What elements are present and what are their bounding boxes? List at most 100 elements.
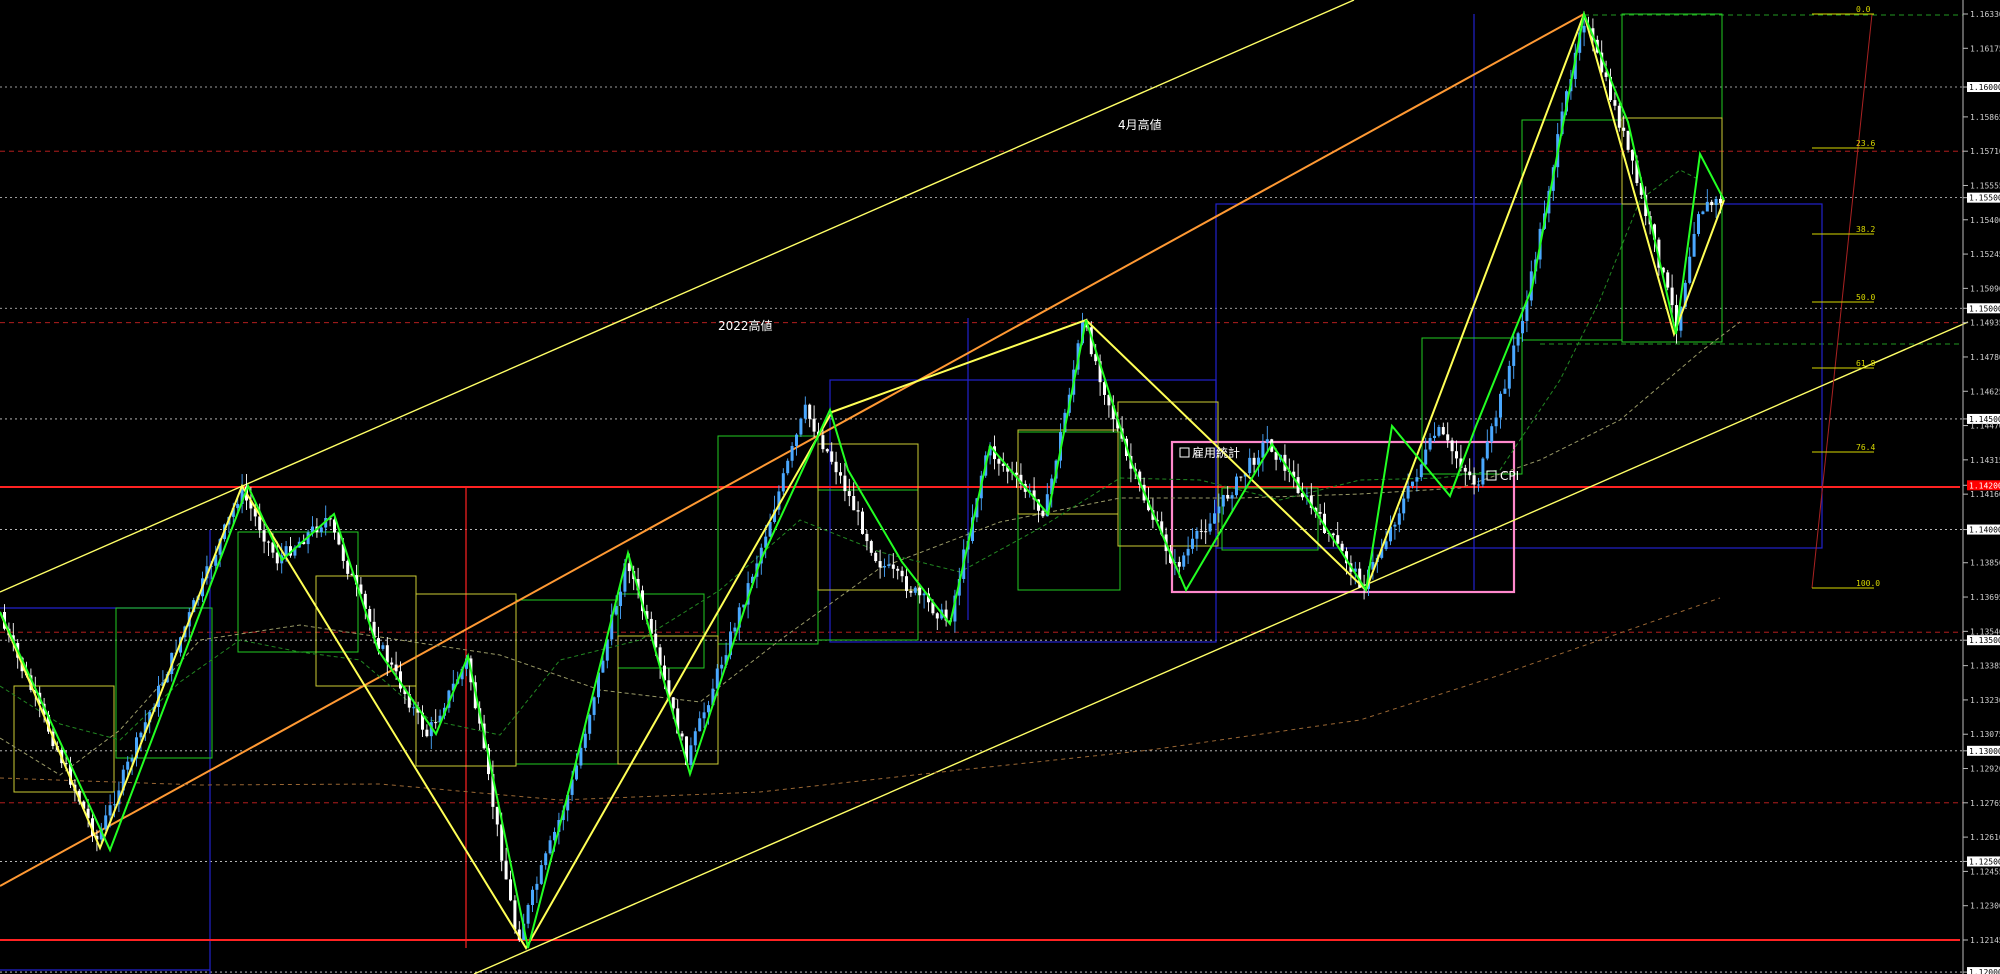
price-axis[interactable]: 1.16330 1.16175 1.16000 1.15865 1.15710 1.155… bbox=[1962, 0, 2000, 974]
yellow-box-7 bbox=[1117, 401, 1219, 547]
price-chart[interactable]: 0.0 23.6 38.2 50.0 61.8 76.4 100.0 4月高値 2022高値… bbox=[0, 0, 2000, 974]
price-label: 1.12765 bbox=[1970, 799, 2000, 808]
candle bbox=[1485, 429, 1489, 461]
candle-body bbox=[104, 815, 108, 830]
candlesticks bbox=[3, 15, 1722, 943]
fib-level: 100.0 bbox=[1812, 579, 1880, 589]
candle-body bbox=[1705, 201, 1709, 212]
candle bbox=[539, 860, 543, 886]
candle-body bbox=[865, 533, 869, 542]
candle-body bbox=[781, 473, 785, 492]
candle-body bbox=[869, 541, 873, 553]
fib-level-label: 50.0 bbox=[1856, 293, 1875, 302]
candle-body bbox=[1041, 510, 1045, 517]
price-tick: 1.12500 bbox=[1963, 856, 2000, 867]
candle-body bbox=[702, 712, 706, 719]
candle-body bbox=[852, 496, 856, 511]
employment-event-marker[interactable]: 雇用統計 bbox=[1179, 445, 1240, 460]
candle-body bbox=[1468, 471, 1472, 476]
candle-body bbox=[1499, 393, 1502, 418]
price-label: 1.15865 bbox=[1970, 113, 2000, 122]
price-tick: 1.15000 bbox=[1963, 303, 2000, 314]
candle bbox=[1631, 149, 1634, 175]
candle-body bbox=[1688, 256, 1692, 283]
price-tick: 1.13230 bbox=[1963, 696, 2000, 705]
candle-body bbox=[839, 472, 842, 476]
price-tick: 1.14315 bbox=[1963, 456, 2000, 465]
candle-body bbox=[1199, 530, 1203, 532]
candle bbox=[544, 851, 548, 870]
fib-level-label: 23.6 bbox=[1856, 139, 1875, 148]
price-label: 1.12300 bbox=[1970, 902, 2000, 911]
candle-body bbox=[905, 576, 908, 591]
candle-body bbox=[1424, 449, 1428, 465]
candle-body bbox=[1239, 476, 1243, 478]
candle bbox=[1261, 434, 1265, 472]
candle-body bbox=[592, 697, 596, 715]
price-tick: 1.13695 bbox=[1963, 593, 2000, 602]
candle-body bbox=[1710, 201, 1714, 206]
price-tick: 1.12145 bbox=[1963, 936, 2000, 945]
candle bbox=[1499, 391, 1502, 429]
candle-body bbox=[1622, 127, 1626, 131]
candle bbox=[1626, 130, 1630, 153]
candle-body bbox=[689, 745, 693, 765]
price-tick: 1.13385 bbox=[1963, 662, 2000, 671]
candle-body bbox=[883, 565, 886, 568]
candle bbox=[900, 566, 904, 583]
green-box-2 bbox=[237, 531, 359, 653]
candle-body bbox=[891, 564, 895, 569]
candle-body bbox=[830, 451, 834, 462]
candle-body bbox=[434, 722, 438, 724]
candle-body bbox=[1455, 451, 1458, 459]
candle-body bbox=[319, 527, 323, 533]
price-tick: 1.15245 bbox=[1963, 250, 2000, 259]
candle bbox=[1204, 519, 1208, 544]
candle-body bbox=[1503, 388, 1507, 394]
price-label: 1.12610 bbox=[1970, 833, 2000, 842]
candle bbox=[381, 642, 385, 651]
price-label: 1.15000 bbox=[1969, 304, 2000, 313]
moving-average-line bbox=[0, 597, 1721, 801]
candle-body bbox=[1512, 345, 1516, 366]
candle bbox=[451, 670, 455, 702]
price-tick: 1.14625 bbox=[1963, 387, 2000, 396]
chart-window[interactable]: 0.0 23.6 38.2 50.0 61.8 76.4 100.0 4月高値 2022高値… bbox=[0, 0, 2000, 974]
candle-body bbox=[1494, 417, 1498, 427]
candle bbox=[905, 568, 908, 599]
candle bbox=[548, 835, 552, 855]
candle-body bbox=[535, 883, 539, 890]
candle bbox=[896, 565, 900, 580]
candle-body bbox=[1265, 439, 1269, 443]
candle-body bbox=[126, 761, 130, 770]
fib-level-label: 38.2 bbox=[1856, 225, 1875, 234]
price-tick: 1.15710 bbox=[1963, 147, 2000, 156]
candle-body bbox=[258, 516, 262, 531]
candle-body bbox=[1626, 130, 1630, 150]
candle bbox=[693, 727, 697, 752]
candle-body bbox=[1437, 427, 1441, 436]
candle bbox=[1688, 247, 1692, 285]
candle-body bbox=[1521, 320, 1524, 334]
green-box-3 bbox=[515, 599, 619, 765]
candle bbox=[1494, 410, 1498, 434]
candle-body bbox=[495, 806, 499, 825]
candle bbox=[425, 724, 429, 738]
candle-body bbox=[1481, 458, 1485, 485]
cpi-event-marker[interactable]: CPI bbox=[1486, 469, 1519, 483]
candle-body bbox=[583, 733, 587, 748]
candle bbox=[1433, 422, 1436, 443]
candle-body bbox=[786, 460, 790, 474]
price-label: 1.14200 bbox=[1969, 481, 2000, 490]
candle-body bbox=[909, 590, 913, 593]
candle-body bbox=[1261, 442, 1265, 458]
candle-body bbox=[1582, 25, 1586, 33]
price-label: 1.12000 bbox=[1969, 968, 2000, 974]
candle bbox=[1455, 440, 1458, 469]
candle-body bbox=[1692, 233, 1696, 257]
candle bbox=[927, 587, 930, 612]
candle-body bbox=[1507, 365, 1511, 389]
candle bbox=[825, 448, 829, 454]
price-tick: 1.15500 bbox=[1963, 192, 2000, 203]
candle-body bbox=[531, 889, 534, 906]
